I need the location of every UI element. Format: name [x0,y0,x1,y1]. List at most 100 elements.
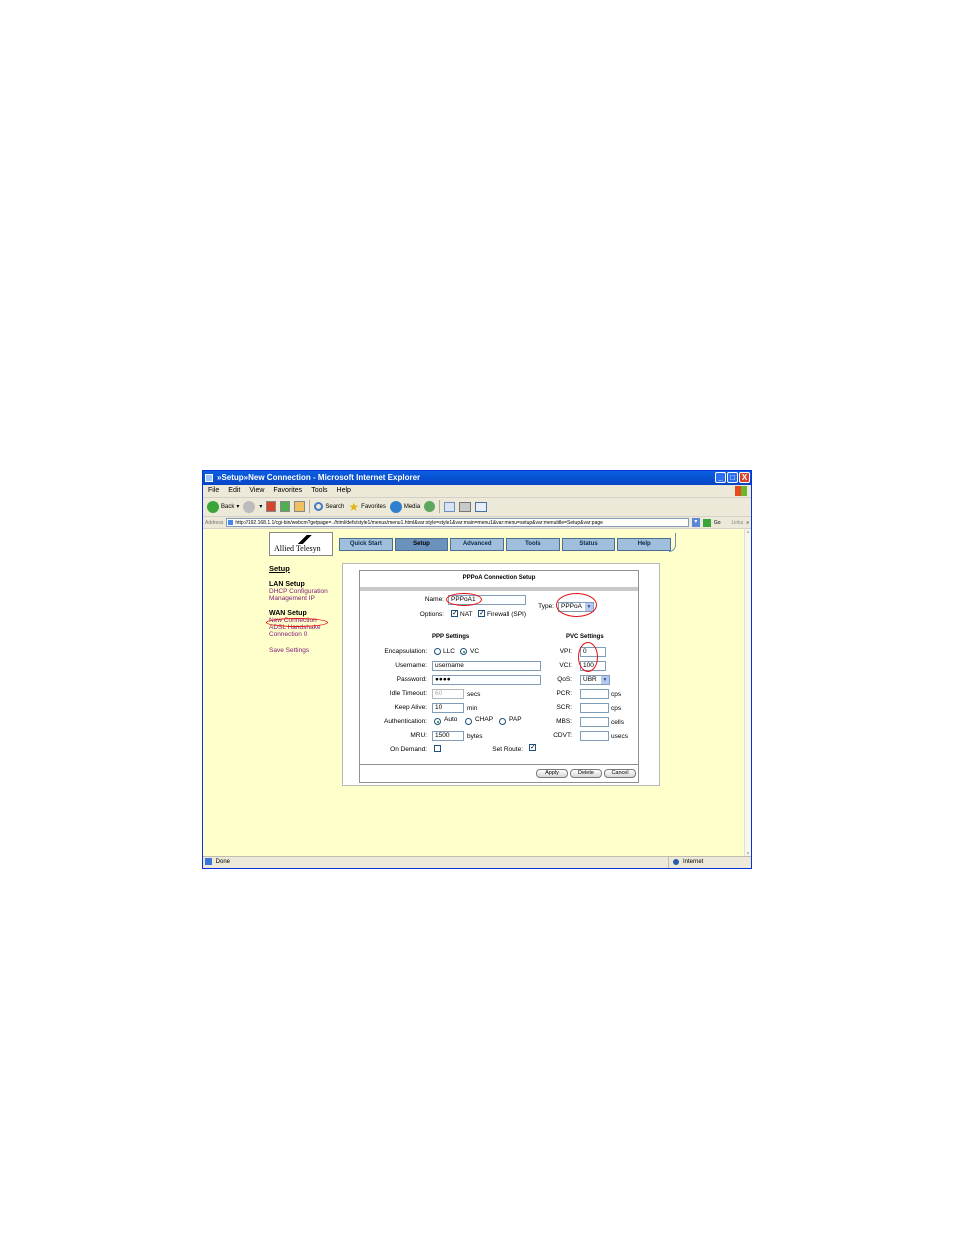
keep-alive-unit: min [467,705,478,712]
refresh-icon[interactable] [280,501,291,512]
on-demand-label: On Demand: [390,746,427,753]
ie-icon [205,474,213,482]
go-button[interactable]: Go [714,520,721,526]
back-button[interactable]: Back ▾ [207,500,239,513]
mbs-label: MBS: [556,718,572,725]
firewall-label: Firewall (SPI) [487,611,527,618]
forward-dropdown-icon[interactable]: ▾ [259,503,262,510]
edit-icon[interactable] [475,501,488,512]
menu-help[interactable]: Help [337,485,351,497]
minimize-button[interactable]: _ [715,472,726,483]
qos-select[interactable]: UBR ▼ [580,675,610,685]
tab-setup[interactable]: Setup [394,538,449,551]
auth-chap-radio[interactable] [465,718,472,725]
pcr-input[interactable] [580,689,609,699]
nat-checkbox[interactable]: ✓ [451,610,458,617]
history-icon[interactable] [424,501,436,512]
tab-quick-start[interactable]: Quick Start [339,538,393,551]
tab-help[interactable]: Help [617,538,672,551]
authentication-label: Authentication: [383,718,427,725]
toolbar-separator [309,500,311,513]
auth-auto-radio[interactable] [434,718,441,725]
set-route-checkbox[interactable]: ✓ [529,744,536,751]
sidebar-item-management-ip[interactable]: Management IP [269,595,328,602]
go-arrow-icon[interactable] [702,518,711,527]
vpi-label: VPI: [559,648,572,655]
mail-icon[interactable] [444,501,456,512]
mru-input[interactable]: 1500 [432,731,464,741]
username-input[interactable]: username [432,661,541,671]
media-icon [389,500,402,513]
form-title: PPPoA Connection Setup [462,575,536,581]
tab-status[interactable]: Status [561,538,616,551]
favorites-button[interactable]: ★ Favorites [348,501,385,513]
cancel-button[interactable]: Cancel [604,769,636,778]
idle-timeout-unit: secs [467,691,481,698]
apply-button[interactable]: Apply [536,769,568,778]
logo-mark-icon [292,535,316,544]
links-label[interactable]: Links [724,520,744,526]
annotation-circle [578,642,598,672]
maximize-button[interactable]: □ [727,472,738,483]
keep-alive-label: Keep Alive: [394,704,427,711]
globe-icon [673,859,679,865]
menu-edit[interactable]: Edit [228,485,240,497]
scr-label: SCR: [556,704,572,711]
auth-pap-radio[interactable] [499,718,506,725]
scr-input[interactable] [580,703,609,713]
search-button[interactable]: Search [314,502,344,511]
home-icon[interactable] [294,501,306,512]
password-input[interactable]: ●●●● [432,675,541,685]
status-text: Done [215,859,231,865]
page-icon [205,857,212,865]
cdvt-input[interactable] [580,731,609,741]
address-label: Address [205,519,224,526]
divider [360,587,638,591]
sidebar-heading-lan: LAN Setup [269,581,305,588]
back-dropdown-icon[interactable]: ▾ [236,503,239,510]
star-icon: ★ [348,499,360,514]
status-bar: Done Internet [203,856,751,868]
tab-advanced[interactable]: Advanced [450,538,505,551]
print-icon[interactable] [459,501,472,512]
stop-icon[interactable] [266,501,277,512]
tab-tools[interactable]: Tools [506,538,560,551]
address-dropdown-icon[interactable]: ▾ [691,518,700,527]
sidebar-title[interactable]: Setup [269,565,328,573]
menu-favorites[interactable]: Favorites [273,485,302,497]
mbs-input[interactable] [580,717,609,727]
menu-view[interactable]: View [249,485,264,497]
forward-button[interactable] [243,500,256,513]
address-input[interactable]: http://192.168.1.1/cgi-bin/webcm?getpage… [226,518,689,527]
encap-llc-radio[interactable] [434,648,441,655]
sidebar: Setup LAN Setup DHCP Configuration Manag… [269,565,328,654]
menu-file[interactable]: File [208,485,219,497]
delete-button[interactable]: Delete [570,769,602,778]
address-bar: Address http://192.168.1.1/cgi-bin/webcm… [203,517,751,529]
scroll-up-icon[interactable]: ▲ [745,529,751,535]
firewall-checkbox[interactable]: ✓ [478,610,485,617]
windows-logo-icon [735,486,747,496]
sidebar-item-dhcp[interactable]: DHCP Configuration [269,588,328,595]
sidebar-item-connection-0[interactable]: Connection 0 [269,631,328,638]
pppoa-form: PPPoA Connection Setup Name: PPPoA1 Type… [359,570,639,783]
on-demand-checkbox[interactable] [434,745,441,752]
encap-vc-radio[interactable] [460,648,467,655]
media-button[interactable]: Media [389,500,420,513]
set-route-label: Set Route: [492,746,523,753]
sidebar-heading-wan: WAN Setup [269,610,307,617]
idle-timeout-input[interactable]: 60 [432,689,464,699]
pcr-label: PCR: [556,690,572,697]
standard-toolbar: Back ▾ ▾ Search ★ Favorites Media [203,497,751,517]
menu-tools[interactable]: Tools [311,485,327,497]
vertical-scrollbar[interactable]: ▲ ▼ [744,529,751,857]
sidebar-item-save-settings[interactable]: Save Settings [269,647,328,654]
keep-alive-input[interactable]: 10 [432,703,464,713]
close-button[interactable]: X [739,472,750,483]
cdvt-label: CDVT: [553,732,572,739]
page-content: Allied Telesyn Quick Start Setup Advance… [203,529,744,857]
nat-label: NAT [460,611,473,618]
settings-panel: PPPoA Connection Setup Name: PPPoA1 Type… [342,563,660,786]
title-bar: »Setup»New Connection - Microsoft Intern… [203,471,751,485]
toolbar-chevron-icon[interactable]: » [746,520,751,526]
